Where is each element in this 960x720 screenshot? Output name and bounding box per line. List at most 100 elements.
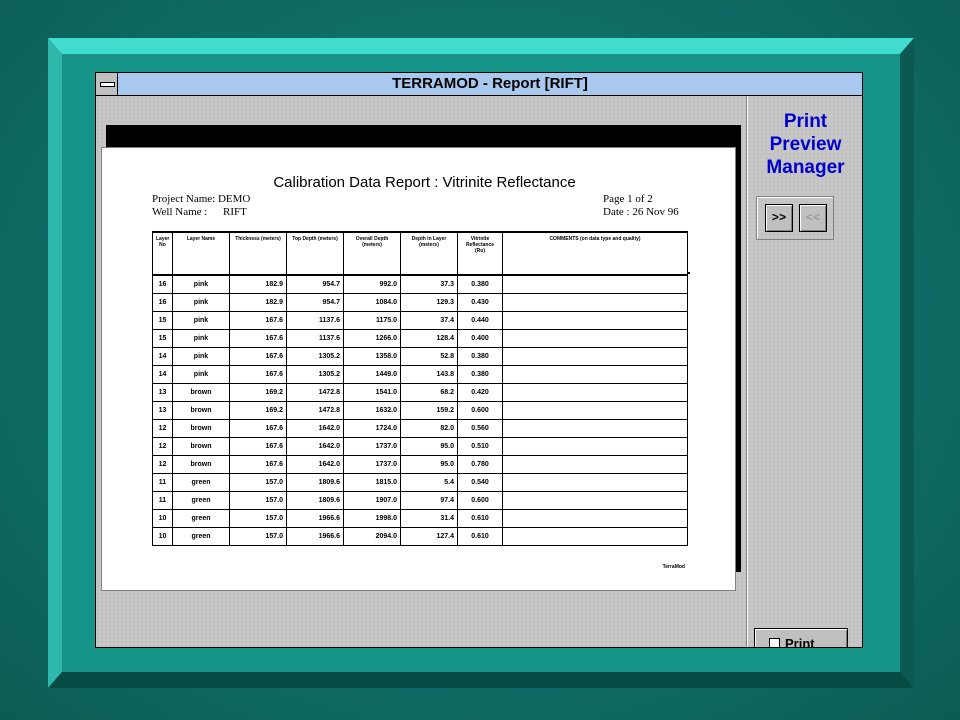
table-cell: 1809.6 — [286, 473, 344, 492]
table-row: 12 brown 167.6 1642.0 1737.0 95.0 0.510 — [152, 437, 688, 456]
table-cell: 10 — [152, 527, 173, 546]
table-cell: 1737.0 — [343, 437, 401, 456]
table-cell: 992.0 — [343, 274, 401, 294]
printer-page-icon — [769, 638, 780, 647]
table-cell: green — [172, 509, 230, 528]
table-cell — [502, 419, 688, 438]
table-cell: 1137.6 — [286, 329, 344, 348]
table-cell: 167.6 — [229, 455, 287, 474]
table-cell: 167.6 — [229, 419, 287, 438]
table-cell: 167.6 — [229, 365, 287, 384]
table-cell: 167.6 — [229, 311, 287, 330]
page-number: Page 1 of 2 — [603, 193, 653, 205]
column-header: Layer Name — [172, 231, 230, 276]
table-row: 10 green 157.0 1966.6 1998.0 31.4 0.610 — [152, 509, 688, 528]
table-cell — [502, 293, 688, 312]
print-button[interactable]: Print — [754, 628, 848, 647]
table-cell: 1449.0 — [343, 365, 401, 384]
footer-mark: TerraMod — [662, 564, 685, 570]
table-cell: 37.4 — [400, 311, 458, 330]
table-cell: 169.2 — [229, 383, 287, 402]
report-title-text: Calibration Data Report : Vitrinite Refl… — [273, 174, 576, 191]
table-cell: 11 — [152, 491, 173, 510]
system-menu-button[interactable] — [96, 73, 118, 95]
table-cell: 143.8 — [400, 365, 458, 384]
table-cell: 954.7 — [286, 274, 344, 294]
table-cell: 15 — [152, 329, 173, 348]
table-cell: 95.0 — [400, 455, 458, 474]
table-cell: green — [172, 491, 230, 510]
column-header: Thickness (meters) — [229, 231, 287, 276]
table-cell: 1084.0 — [343, 293, 401, 312]
report-title: Calibration Data Report : Vitrinite Refl… — [102, 174, 737, 191]
table-cell: 954.7 — [286, 293, 344, 312]
table-cell: 68.2 — [400, 383, 458, 402]
report-window: TERRAMOD - Report [RIFT] Calibration Dat… — [95, 72, 863, 648]
table-cell: 31.4 — [400, 509, 458, 528]
well-name-label: Well Name : — [152, 206, 208, 218]
table-cell: 0.610 — [457, 527, 503, 546]
table-cell: 1632.0 — [343, 401, 401, 420]
table-cell: 0.420 — [457, 383, 503, 402]
table-cell: 1175.0 — [343, 311, 401, 330]
table-row: 11 green 157.0 1809.6 1815.0 5.4 0.540 — [152, 473, 688, 492]
well-name-value: RIFT — [223, 206, 247, 218]
table-cell: 16 — [152, 293, 173, 312]
table-cell: 12 — [152, 455, 173, 474]
frame-bevel-left — [48, 38, 62, 688]
table-cell: 5.4 — [400, 473, 458, 492]
table-cell: 129.3 — [400, 293, 458, 312]
next-page-button[interactable]: >> — [765, 204, 793, 232]
panel-title: Print Preview Manager — [748, 110, 862, 179]
table-row: 10 green 157.0 1966.6 2094.0 127.4 0.610 — [152, 527, 688, 546]
table-cell: 16 — [152, 274, 173, 294]
table-cell: 1724.0 — [343, 419, 401, 438]
table-cell: 1541.0 — [343, 383, 401, 402]
table-cell: brown — [172, 437, 230, 456]
table-cell: 0.560 — [457, 419, 503, 438]
table-cell — [502, 274, 688, 294]
table-cell: 95.0 — [400, 437, 458, 456]
table-cell: 167.6 — [229, 437, 287, 456]
table-row: 11 green 157.0 1809.6 1907.0 97.4 0.600 — [152, 491, 688, 510]
table-body: 16 pink 182.9 954.7 992.0 37.3 0.380 16 pink 182.… — [152, 274, 688, 546]
table-cell: brown — [172, 419, 230, 438]
table-cell: 0.380 — [457, 347, 503, 366]
table-cell: 0.610 — [457, 509, 503, 528]
title-bar[interactable]: TERRAMOD - Report [RIFT] — [96, 73, 862, 96]
table-cell — [502, 383, 688, 402]
table-cell: 52.8 — [400, 347, 458, 366]
table-cell: 13 — [152, 401, 173, 420]
table-cell: 1137.6 — [286, 311, 344, 330]
table-cell: 0.510 — [457, 437, 503, 456]
table-cell: green — [172, 527, 230, 546]
system-menu-icon — [100, 82, 115, 87]
table-cell: 1642.0 — [286, 437, 344, 456]
table-cell: pink — [172, 311, 230, 330]
table-cell: 1305.2 — [286, 347, 344, 366]
table-row: 12 brown 167.6 1642.0 1724.0 82.0 0.560 — [152, 419, 688, 438]
table-cell: 169.2 — [229, 401, 287, 420]
table-row: 14 pink 167.6 1305.2 1449.0 143.8 0.380 — [152, 365, 688, 384]
prev-page-button[interactable]: << — [799, 204, 827, 232]
table-row: 16 pink 182.9 954.7 1084.0 129.3 0.430 — [152, 293, 688, 312]
table-cell: 157.0 — [229, 509, 287, 528]
table-cell: 0.600 — [457, 401, 503, 420]
table-cell: 159.2 — [400, 401, 458, 420]
table-cell: 157.0 — [229, 491, 287, 510]
table-cell: 1472.8 — [286, 401, 344, 420]
table-cell: 1642.0 — [286, 419, 344, 438]
table-cell: 128.4 — [400, 329, 458, 348]
preview-workspace[interactable]: Calibration Data Report : Vitrinite Refl… — [96, 96, 747, 647]
table-cell — [502, 437, 688, 456]
table-cell — [502, 509, 688, 528]
table-row: 15 pink 167.6 1137.6 1175.0 37.4 0.440 — [152, 311, 688, 330]
table-cell — [502, 473, 688, 492]
table-row: 12 brown 167.6 1642.0 1737.0 95.0 0.780 — [152, 455, 688, 474]
column-header: Layer No — [152, 231, 173, 276]
table-cell: 1266.0 — [343, 329, 401, 348]
table-cell: 12 — [152, 437, 173, 456]
table-cell: 97.4 — [400, 491, 458, 510]
report-date: Date : 26 Nov 96 — [603, 206, 679, 218]
table-cell: 0.400 — [457, 329, 503, 348]
